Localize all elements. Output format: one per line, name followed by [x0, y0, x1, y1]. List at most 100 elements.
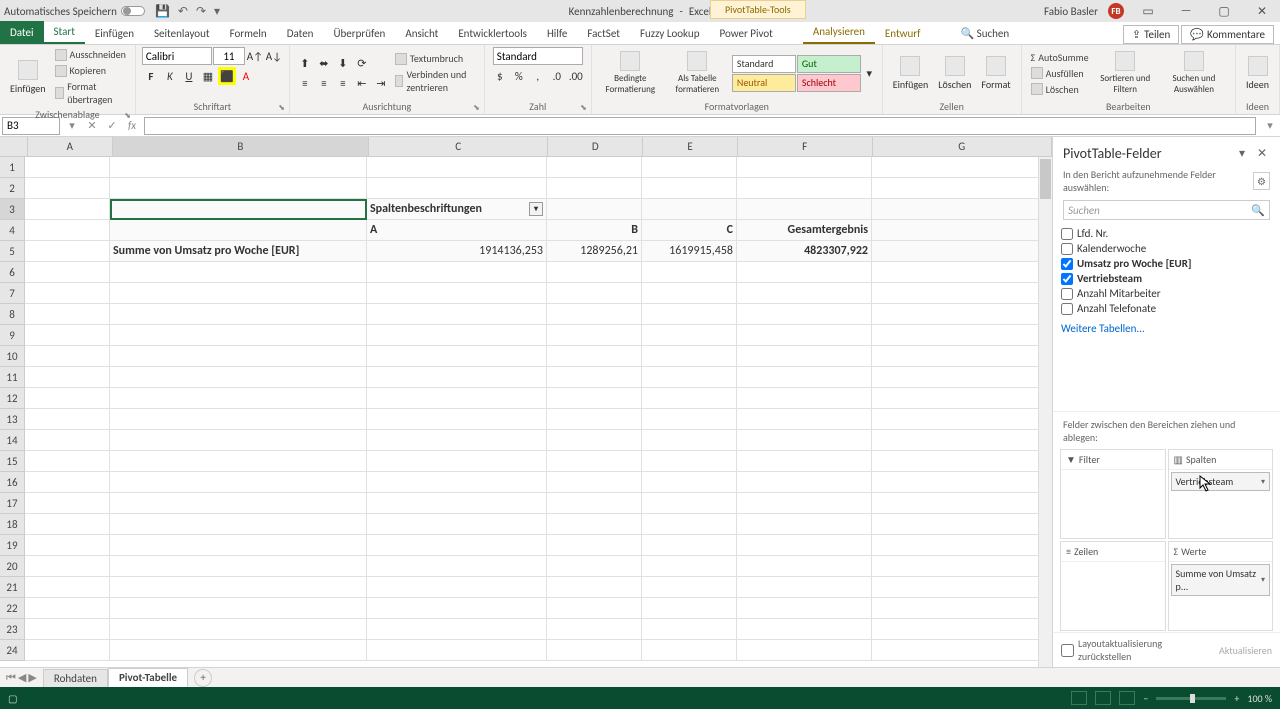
cell[interactable]: 1914136,253 — [367, 241, 547, 262]
cell[interactable] — [367, 619, 547, 640]
cell[interactable] — [25, 199, 110, 220]
cell[interactable] — [547, 157, 642, 178]
cell[interactable] — [737, 304, 872, 325]
cell[interactable] — [642, 514, 737, 535]
tab-fuzzy[interactable]: Fuzzy Lookup — [630, 23, 710, 44]
cell[interactable] — [25, 157, 110, 178]
drop-zone-values[interactable]: ΣWerte Summe von Umsatz p...▾ — [1168, 541, 1274, 631]
row-header[interactable]: 5 — [0, 241, 25, 262]
style-gut[interactable]: Gut — [797, 55, 861, 73]
cell[interactable]: A — [367, 220, 547, 241]
launcher-icon[interactable]: ⬊ — [124, 111, 131, 121]
cell[interactable] — [872, 325, 1052, 346]
cell[interactable] — [110, 157, 367, 178]
inc-decimal-button[interactable]: .0 — [548, 67, 566, 85]
find-select-button[interactable]: Suchen und Auswählen — [1159, 51, 1229, 95]
cell[interactable] — [642, 598, 737, 619]
cell[interactable] — [110, 535, 367, 556]
cell[interactable] — [872, 220, 1052, 241]
defer-layout-checkbox[interactable] — [1061, 644, 1074, 657]
field-checkbox[interactable] — [1061, 258, 1073, 270]
cell[interactable] — [737, 598, 872, 619]
sheet-tab-rohdaten[interactable]: Rohdaten — [43, 669, 108, 687]
cell[interactable] — [25, 535, 110, 556]
cell[interactable] — [642, 346, 737, 367]
cell[interactable] — [547, 367, 642, 388]
field-checkbox[interactable] — [1061, 228, 1073, 240]
cell[interactable] — [737, 430, 872, 451]
format-as-table-button[interactable]: Als Tabelle formatieren — [665, 51, 730, 95]
tab-powerpivot[interactable]: Power Pivot — [709, 23, 782, 44]
cell[interactable] — [737, 388, 872, 409]
cell[interactable] — [642, 388, 737, 409]
font-name-select[interactable] — [142, 47, 212, 65]
col-header[interactable]: E — [643, 137, 738, 156]
fill-color-button[interactable]: ⬛ — [218, 67, 236, 85]
align-top-button[interactable]: ⬆ — [296, 54, 314, 72]
cell[interactable] — [642, 283, 737, 304]
cell[interactable] — [367, 430, 547, 451]
cell[interactable] — [547, 346, 642, 367]
cell[interactable] — [642, 409, 737, 430]
cell[interactable] — [110, 388, 367, 409]
cell[interactable] — [737, 409, 872, 430]
tab-entwurf[interactable]: Entwurf — [875, 23, 931, 44]
cell[interactable] — [110, 598, 367, 619]
align-center-button[interactable]: ≡ — [315, 74, 333, 92]
cell[interactable] — [872, 409, 1052, 430]
row-header[interactable]: 21 — [0, 577, 25, 598]
cell[interactable] — [642, 577, 737, 598]
vertical-scrollbar[interactable] — [1038, 157, 1052, 667]
cell[interactable] — [872, 556, 1052, 577]
minimize-icon[interactable]: — — [1172, 4, 1200, 18]
cell[interactable] — [110, 640, 367, 661]
cell[interactable] — [110, 430, 367, 451]
view-page-break-icon[interactable] — [1119, 691, 1135, 705]
expand-fbar-icon[interactable]: ▾ — [1261, 117, 1279, 135]
cell[interactable] — [872, 199, 1052, 220]
tab-suchen[interactable]: 🔍 Suchen — [950, 23, 1019, 44]
cell[interactable] — [25, 346, 110, 367]
cell[interactable] — [25, 304, 110, 325]
cell[interactable]: 4823307,922 — [737, 241, 872, 262]
cell[interactable] — [25, 640, 110, 661]
merge-center-button[interactable]: Verbinden und zentrieren — [392, 67, 478, 95]
row-header[interactable]: 12 — [0, 388, 25, 409]
row-header[interactable]: 10 — [0, 346, 25, 367]
row-header[interactable]: 20 — [0, 556, 25, 577]
cell[interactable] — [547, 178, 642, 199]
cell[interactable] — [110, 304, 367, 325]
font-size-select[interactable] — [213, 47, 245, 65]
row-header[interactable]: 22 — [0, 598, 25, 619]
sheet-tab-pivot[interactable]: Pivot-Tabelle — [108, 668, 188, 687]
cell[interactable] — [642, 325, 737, 346]
cell[interactable] — [872, 346, 1052, 367]
drop-zone-filter[interactable]: ▼Filter — [1060, 449, 1166, 539]
cell[interactable] — [547, 199, 642, 220]
row-header[interactable]: 8 — [0, 304, 25, 325]
row-header[interactable]: 11 — [0, 367, 25, 388]
field-item[interactable]: Umsatz pro Woche [EUR] — [1061, 256, 1272, 271]
sheet-nav-first-icon[interactable]: ⏮ — [6, 671, 16, 685]
cell[interactable]: 1619915,458 — [642, 241, 737, 262]
insert-cells-button[interactable]: Einfügen — [889, 56, 933, 91]
cell[interactable] — [110, 325, 367, 346]
cell[interactable] — [367, 283, 547, 304]
cell[interactable] — [25, 514, 110, 535]
row-header[interactable]: 16 — [0, 472, 25, 493]
currency-button[interactable]: $ — [491, 67, 509, 85]
autosum-button[interactable]: ΣAutoSumme — [1028, 50, 1092, 65]
cell[interactable] — [25, 241, 110, 262]
cell[interactable] — [25, 493, 110, 514]
border-button[interactable]: ▦ — [199, 67, 217, 85]
cell[interactable] — [367, 178, 547, 199]
cell[interactable] — [737, 619, 872, 640]
launcher-icon[interactable]: ⬊ — [580, 103, 587, 113]
cell-styles-gallery[interactable]: Standard Gut Neutral Schlecht — [732, 55, 861, 92]
percent-button[interactable]: % — [510, 67, 528, 85]
field-item[interactable]: Anzahl Telefonate — [1061, 301, 1272, 316]
cell[interactable]: B — [547, 220, 642, 241]
tab-formeln[interactable]: Formeln — [220, 23, 277, 44]
spreadsheet-grid[interactable]: A B C D E F G 12345678910111213141516171… — [0, 137, 1052, 667]
cell[interactable] — [367, 535, 547, 556]
